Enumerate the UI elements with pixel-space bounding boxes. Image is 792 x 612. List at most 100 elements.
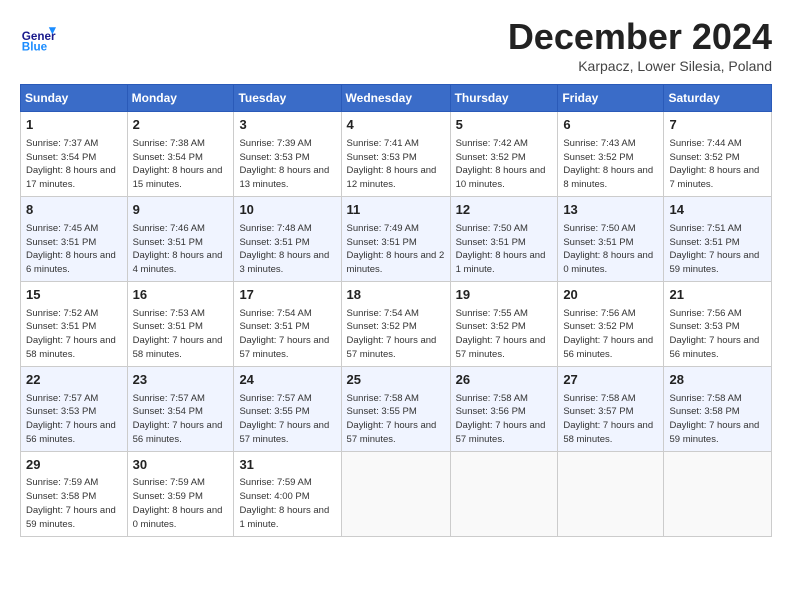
calendar-cell xyxy=(664,451,772,536)
day-number: 1 xyxy=(26,116,122,135)
calendar-cell: 13 Sunrise: 7:50 AMSunset: 3:51 PMDayligh… xyxy=(558,196,664,281)
day-number: 16 xyxy=(133,286,229,305)
day-number: 8 xyxy=(26,201,122,220)
day-number: 19 xyxy=(456,286,553,305)
calendar-cell: 8 Sunrise: 7:45 AMSunset: 3:51 PMDaylight… xyxy=(21,196,128,281)
calendar-cell: 5Sunrise: 7:42 AMSunset: 3:52 PMDaylight… xyxy=(450,112,558,197)
day-info: Sunrise: 7:46 AMSunset: 3:51 PMDaylight:… xyxy=(133,222,229,277)
day-header-tuesday: Tuesday xyxy=(234,85,341,112)
logo: General Blue xyxy=(20,20,60,56)
calendar-cell: 24Sunrise: 7:57 AMSunset: 3:55 PMDayligh… xyxy=(234,366,341,451)
day-info: Sunrise: 7:51 AMSunset: 3:51 PMDaylight:… xyxy=(669,222,766,277)
calendar-cell xyxy=(558,451,664,536)
day-number: 11 xyxy=(347,201,445,220)
calendar-cell: 18Sunrise: 7:54 AMSunset: 3:52 PMDayligh… xyxy=(341,281,450,366)
calendar-cell: 2 Sunrise: 7:38 AMSunset: 3:54 PMDaylight… xyxy=(127,112,234,197)
calendar-cell: 29Sunrise: 7:59 AMSunset: 3:58 PMDayligh… xyxy=(21,451,128,536)
svg-text:Blue: Blue xyxy=(22,41,48,54)
day-number: 23 xyxy=(133,371,229,390)
header: General Blue December 2024 Karpacz, Lowe… xyxy=(20,16,772,74)
calendar-cell: 23 Sunrise: 7:57 AMSunset: 3:54 PMDayligh… xyxy=(127,366,234,451)
day-number: 13 xyxy=(563,201,658,220)
calendar-cell: 1 Sunrise: 7:37 AMSunset: 3:54 PMDaylight… xyxy=(21,112,128,197)
calendar-cell: 11Sunrise: 7:49 AMSunset: 3:51 PMDayligh… xyxy=(341,196,450,281)
day-info: Sunrise: 7:58 AMSunset: 3:56 PMDaylight:… xyxy=(456,392,553,447)
day-number: 12 xyxy=(456,201,553,220)
day-number: 17 xyxy=(239,286,335,305)
day-header-saturday: Saturday xyxy=(664,85,772,112)
day-number: 2 xyxy=(133,116,229,135)
calendar-cell: 17 Sunrise: 7:54 AMSunset: 3:51 PMDayligh… xyxy=(234,281,341,366)
day-info: Sunrise: 7:59 AMSunset: 3:59 PMDaylight:… xyxy=(133,476,229,531)
day-number: 31 xyxy=(239,456,335,475)
day-number: 15 xyxy=(26,286,122,305)
month-title: December 2024 xyxy=(508,16,772,58)
day-number: 7 xyxy=(669,116,766,135)
calendar-cell: 15 Sunrise: 7:52 AMSunset: 3:51 PMDayligh… xyxy=(21,281,128,366)
day-info: Sunrise: 7:52 AMSunset: 3:51 PMDaylight:… xyxy=(26,307,122,362)
day-info: Sunrise: 7:57 AMSunset: 3:54 PMDaylight:… xyxy=(133,392,229,447)
day-number: 6 xyxy=(563,116,658,135)
day-number: 22 xyxy=(26,371,122,390)
day-info: Sunrise: 7:57 AMSunset: 3:53 PMDaylight:… xyxy=(26,392,122,447)
day-header-sunday: Sunday xyxy=(21,85,128,112)
calendar-cell: 12Sunrise: 7:50 AMSunset: 3:51 PMDayligh… xyxy=(450,196,558,281)
calendar-cell: 4 Sunrise: 7:41 AMSunset: 3:53 PMDaylight… xyxy=(341,112,450,197)
day-info: Sunrise: 7:59 AMSunset: 3:58 PMDaylight:… xyxy=(26,476,122,531)
day-info: Sunrise: 7:37 AMSunset: 3:54 PMDaylight:… xyxy=(26,137,122,192)
title-area: December 2024 Karpacz, Lower Silesia, Po… xyxy=(508,16,772,74)
calendar-cell: 26 Sunrise: 7:58 AMSunset: 3:56 PMDayligh… xyxy=(450,366,558,451)
day-info: Sunrise: 7:59 AMSunset: 4:00 PMDaylight:… xyxy=(239,476,335,531)
calendar-cell: 3Sunrise: 7:39 AMSunset: 3:53 PMDaylight… xyxy=(234,112,341,197)
day-number: 27 xyxy=(563,371,658,390)
calendar-cell: 19 Sunrise: 7:55 AMSunset: 3:52 PMDayligh… xyxy=(450,281,558,366)
day-number: 3 xyxy=(239,116,335,135)
day-info: Sunrise: 7:56 AMSunset: 3:52 PMDaylight:… xyxy=(563,307,658,362)
day-info: Sunrise: 7:38 AMSunset: 3:54 PMDaylight:… xyxy=(133,137,229,192)
day-info: Sunrise: 7:44 AMSunset: 3:52 PMDaylight:… xyxy=(669,137,766,192)
day-number: 29 xyxy=(26,456,122,475)
calendar-cell: 21 Sunrise: 7:56 AMSunset: 3:53 PMDayligh… xyxy=(664,281,772,366)
calendar-cell: 9 Sunrise: 7:46 AMSunset: 3:51 PMDaylight… xyxy=(127,196,234,281)
calendar-cell: 14 Sunrise: 7:51 AMSunset: 3:51 PMDayligh… xyxy=(664,196,772,281)
day-header-thursday: Thursday xyxy=(450,85,558,112)
day-info: Sunrise: 7:54 AMSunset: 3:52 PMDaylight:… xyxy=(347,307,445,362)
day-info: Sunrise: 7:58 AMSunset: 3:58 PMDaylight:… xyxy=(669,392,766,447)
day-number: 4 xyxy=(347,116,445,135)
day-info: Sunrise: 7:45 AMSunset: 3:51 PMDaylight:… xyxy=(26,222,122,277)
location: Karpacz, Lower Silesia, Poland xyxy=(508,58,772,74)
calendar-cell xyxy=(450,451,558,536)
day-info: Sunrise: 7:58 AMSunset: 3:55 PMDaylight:… xyxy=(347,392,445,447)
day-header-monday: Monday xyxy=(127,85,234,112)
day-number: 25 xyxy=(347,371,445,390)
day-number: 30 xyxy=(133,456,229,475)
day-info: Sunrise: 7:41 AMSunset: 3:53 PMDaylight:… xyxy=(347,137,445,192)
day-info: Sunrise: 7:54 AMSunset: 3:51 PMDaylight:… xyxy=(239,307,335,362)
calendar-cell: 6Sunrise: 7:43 AMSunset: 3:52 PMDaylight… xyxy=(558,112,664,197)
day-info: Sunrise: 7:55 AMSunset: 3:52 PMDaylight:… xyxy=(456,307,553,362)
calendar-cell: 31Sunrise: 7:59 AMSunset: 4:00 PMDayligh… xyxy=(234,451,341,536)
day-header-wednesday: Wednesday xyxy=(341,85,450,112)
day-info: Sunrise: 7:56 AMSunset: 3:53 PMDaylight:… xyxy=(669,307,766,362)
day-number: 5 xyxy=(456,116,553,135)
day-number: 26 xyxy=(456,371,553,390)
day-info: Sunrise: 7:50 AMSunset: 3:51 PMDaylight:… xyxy=(563,222,658,277)
calendar-cell: 22 Sunrise: 7:57 AMSunset: 3:53 PMDayligh… xyxy=(21,366,128,451)
calendar-cell: 7 Sunrise: 7:44 AMSunset: 3:52 PMDaylight… xyxy=(664,112,772,197)
day-info: Sunrise: 7:53 AMSunset: 3:51 PMDaylight:… xyxy=(133,307,229,362)
calendar-cell: 10Sunrise: 7:48 AMSunset: 3:51 PMDayligh… xyxy=(234,196,341,281)
day-info: Sunrise: 7:58 AMSunset: 3:57 PMDaylight:… xyxy=(563,392,658,447)
calendar-cell: 16 Sunrise: 7:53 AMSunset: 3:51 PMDayligh… xyxy=(127,281,234,366)
day-number: 28 xyxy=(669,371,766,390)
day-number: 9 xyxy=(133,201,229,220)
calendar-table: SundayMondayTuesdayWednesdayThursdayFrid… xyxy=(20,84,772,537)
calendar-cell: 30Sunrise: 7:59 AMSunset: 3:59 PMDayligh… xyxy=(127,451,234,536)
calendar-cell: 25 Sunrise: 7:58 AMSunset: 3:55 PMDayligh… xyxy=(341,366,450,451)
day-number: 20 xyxy=(563,286,658,305)
calendar-cell: 27 Sunrise: 7:58 AMSunset: 3:57 PMDayligh… xyxy=(558,366,664,451)
day-number: 24 xyxy=(239,371,335,390)
calendar-cell: 20 Sunrise: 7:56 AMSunset: 3:52 PMDayligh… xyxy=(558,281,664,366)
calendar-cell xyxy=(341,451,450,536)
day-number: 14 xyxy=(669,201,766,220)
day-number: 21 xyxy=(669,286,766,305)
